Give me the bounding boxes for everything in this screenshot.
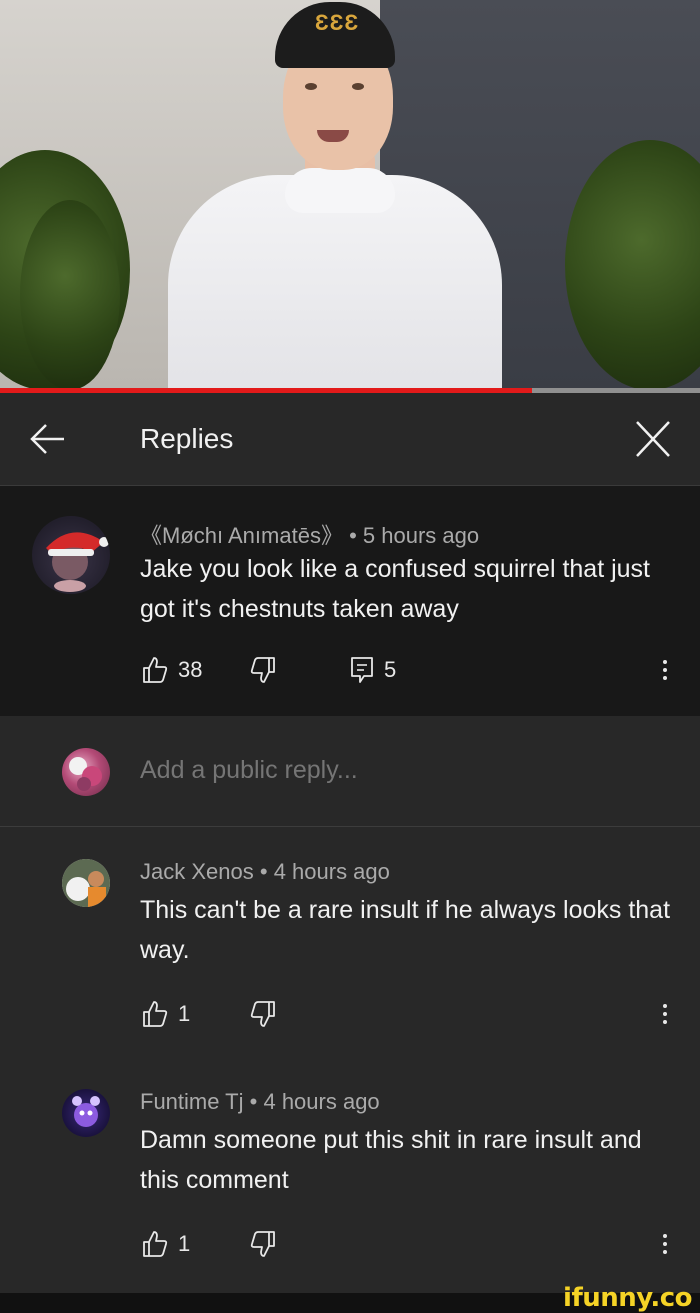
more-dot xyxy=(663,1004,667,1008)
avatar[interactable] xyxy=(62,1089,110,1137)
comment-time: 4 hours ago xyxy=(273,859,390,884)
like-button[interactable]: 1 xyxy=(142,1230,190,1258)
more-dot xyxy=(663,1020,667,1024)
avatar-image xyxy=(69,757,102,791)
more-dot xyxy=(663,668,667,672)
comment-text: Damn someone put this shit in rare insul… xyxy=(140,1126,642,1194)
more-dot xyxy=(663,1234,667,1238)
page-title: Replies xyxy=(140,423,234,454)
watermark-logo: ifunny.co xyxy=(563,1283,692,1313)
close-button[interactable] xyxy=(632,419,674,459)
cap-logo: ƐƐƐ xyxy=(314,10,360,35)
avatar[interactable] xyxy=(62,859,110,907)
back-button[interactable] xyxy=(26,419,68,459)
close-icon xyxy=(636,421,670,457)
person-eye xyxy=(352,83,364,90)
comment-author[interactable]: Jack Xenos xyxy=(140,859,254,884)
more-dot xyxy=(663,660,667,664)
more-options-button[interactable] xyxy=(655,1000,675,1030)
comment-icon xyxy=(351,657,373,683)
more-dot xyxy=(663,1250,667,1254)
add-reply-bar xyxy=(0,716,700,827)
like-count: 1 xyxy=(178,1231,191,1256)
like-count: 1 xyxy=(178,1001,191,1026)
plant-left-2 xyxy=(20,200,120,388)
reply-input[interactable] xyxy=(140,756,660,785)
avatar xyxy=(62,748,110,796)
like-button[interactable]: 38 xyxy=(142,656,202,684)
like-count: 38 xyxy=(178,657,203,682)
dislike-button[interactable] xyxy=(250,1000,276,1028)
meta-separator: • xyxy=(349,523,357,548)
avatar-image xyxy=(46,532,109,592)
more-dot xyxy=(663,1242,667,1246)
comment-time: 4 hours ago xyxy=(263,1089,380,1114)
more-dot xyxy=(663,1012,667,1016)
meta-separator: • xyxy=(249,1089,258,1114)
parent-comment: 《Møchı Anımatēs》 • 5 hours ago Jake you … xyxy=(0,486,700,716)
replies-header: Replies xyxy=(0,393,700,486)
comment-meta: Jack Xenos • 4 hours ago xyxy=(140,859,390,885)
person-eye xyxy=(305,83,317,90)
more-dot xyxy=(663,676,667,680)
comment-author[interactable]: Funtime Tj xyxy=(140,1089,244,1114)
comment-text: This can't be a rare insult if he always… xyxy=(140,896,671,964)
more-options-button[interactable] xyxy=(655,656,675,686)
video-player[interactable]: ƐƐƐ xyxy=(0,0,700,388)
avatar[interactable] xyxy=(32,516,110,594)
dislike-button[interactable] xyxy=(250,1230,276,1258)
thumbs-up-icon xyxy=(143,1231,168,1257)
like-button[interactable]: 1 xyxy=(142,1000,190,1028)
comment-text: Jake you look like a confused squirrel t… xyxy=(140,555,650,623)
replies-count-button[interactable]: 5 xyxy=(350,656,396,684)
comment-meta: Funtime Tj • 4 hours ago xyxy=(140,1089,380,1115)
comment-author[interactable]: 《Møchı Anımatēs》 xyxy=(140,523,343,548)
more-options-button[interactable] xyxy=(655,1230,675,1260)
reply-count: 5 xyxy=(384,657,397,682)
meta-separator: • xyxy=(259,859,268,884)
replies-list: Jack Xenos • 4 hours ago This can't be a… xyxy=(0,827,700,1293)
thumbs-down-icon xyxy=(250,1001,275,1027)
person-collar xyxy=(285,168,395,213)
arrow-left-icon xyxy=(30,424,64,454)
avatar-image xyxy=(72,1096,100,1127)
avatar-image xyxy=(62,859,110,907)
thumbs-up-icon xyxy=(143,1001,168,1027)
comment-time: 5 hours ago xyxy=(362,523,480,548)
dislike-button[interactable] xyxy=(250,656,276,684)
thumbs-down-icon xyxy=(250,657,275,683)
thumbs-up-icon xyxy=(143,657,168,683)
thumbs-down-icon xyxy=(250,1231,275,1257)
comment-meta: 《Møchı Anımatēs》 • 5 hours ago xyxy=(140,518,479,550)
